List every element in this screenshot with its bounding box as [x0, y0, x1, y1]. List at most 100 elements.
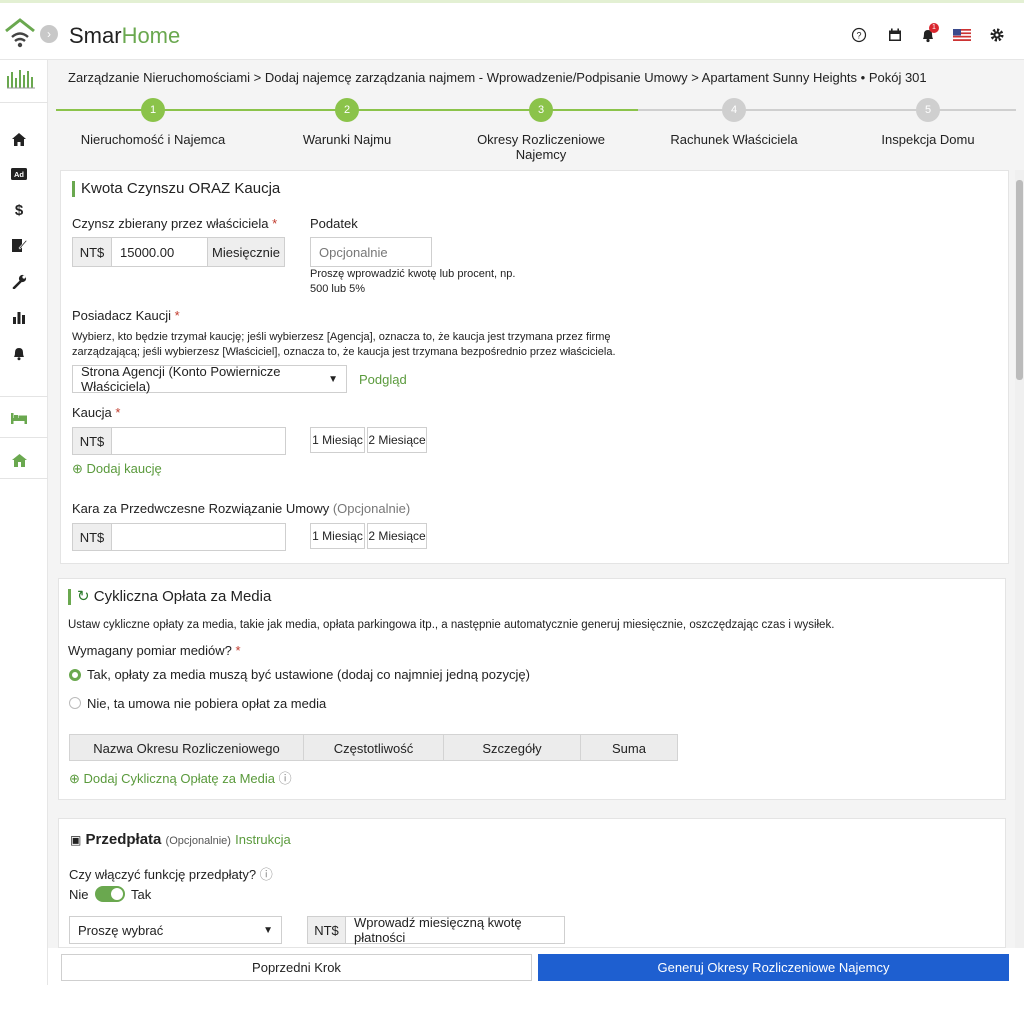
step-2-label[interactable]: Warunki Najmu	[257, 132, 437, 147]
column-header-name: Nazwa Okresu Rozliczeniowego	[70, 735, 304, 761]
deposit-holder-label: Posiadacz Kaucji *	[72, 308, 180, 323]
book-icon: ▣	[70, 833, 82, 847]
deposit-currency-addon: NT$	[72, 427, 112, 455]
toggle-knob	[111, 888, 123, 900]
penalty-two-months-button[interactable]: 2 Miesiące	[367, 523, 427, 549]
tax-help-text: Proszę wprowadzić kwotę lub procent, np.…	[310, 268, 516, 295]
prepayment-currency-addon: NT$	[307, 916, 346, 944]
column-header-details: Szczegóły	[444, 735, 581, 761]
rent-deposit-title: Kwota Czynszu ORAZ Kaucja	[72, 181, 280, 197]
step-5-label[interactable]: Inspekcja Domu	[838, 132, 1018, 147]
deposit-holder-select[interactable]: Strona Agencji (Konto Powiernicze Właści…	[72, 364, 347, 394]
utilities-card: ↻ Cykliczna Opłata za Media Ustaw cyklic…	[58, 578, 1006, 800]
notifications-bell-icon[interactable]: 1	[918, 23, 939, 45]
step-4-label[interactable]: Rachunek Właściciela	[644, 132, 824, 147]
logo-icon	[5, 18, 35, 48]
rent-deposit-card: Kwota Czynszu ORAZ Kaucja Czynsz zbieran…	[60, 170, 1009, 564]
svg-text:?: ?	[856, 31, 861, 41]
instructions-link[interactable]: Instrukcja	[235, 832, 291, 847]
ad-icon[interactable]: Ad	[8, 164, 30, 184]
add-deposit-link[interactable]: ⊕ Dodaj kaucję	[72, 461, 162, 477]
deposit-holder-help: Wybierz, kto będzie trzymał kaucję; jeśl…	[72, 331, 616, 358]
rent-amount-input[interactable]: 15000.00	[111, 237, 208, 267]
previous-step-button[interactable]: Poprzedni Krok	[61, 954, 532, 981]
utilities-yes-label[interactable]: Tak, opłaty za media muszą być ustawione…	[87, 667, 530, 682]
column-header-frequency: Częstotliwość	[304, 735, 444, 761]
prepayment-amount-input[interactable]: Wprowadź miesięczną kwotę płatności	[345, 915, 565, 945]
top-bar: › SmarHome ? 1	[0, 0, 1024, 60]
preview-link[interactable]: Podgląd	[359, 372, 407, 387]
utilities-no-label[interactable]: Nie, ta umowa nie pobiera opłat za media	[87, 696, 326, 711]
brand-name: SmarHome	[69, 23, 181, 48]
prepayment-title: Przedpłata	[85, 831, 162, 848]
deposit-two-months-button[interactable]: 2 Miesiące	[367, 427, 427, 453]
column-header-sum: Suma	[612, 740, 646, 756]
step-1-label[interactable]: Nieruchomość i Najemca	[63, 132, 243, 147]
bell-icon[interactable]	[8, 343, 30, 363]
chevron-down-icon: ▼	[263, 924, 273, 936]
home-icon[interactable]	[8, 129, 30, 149]
progress-line-todo	[638, 109, 1016, 111]
prepayment-select[interactable]: Proszę wybrać ▼	[69, 916, 282, 944]
step-3-circle[interactable]: 3	[529, 98, 553, 122]
utilities-title: ↻ Cykliczna Opłata za Media	[68, 589, 271, 605]
wrench-icon[interactable]	[8, 271, 30, 291]
penalty-amount-input[interactable]	[111, 523, 286, 551]
prepayment-question: Czy włączyć funkcję przedpłaty? ⓘ	[69, 867, 273, 882]
step-5-circle[interactable]: 5	[916, 98, 940, 122]
utilities-yes-radio[interactable]	[69, 669, 81, 681]
us-flag-icon[interactable]	[952, 25, 972, 45]
deposit-label: Kaucja *	[72, 405, 121, 420]
step-4-circle[interactable]: 4	[722, 98, 746, 122]
help-circle-icon: ⓘ	[278, 771, 292, 786]
prepayment-toggle[interactable]	[95, 886, 125, 902]
rent-period-addon: Miesięcznie	[207, 237, 285, 267]
prepayment-card: ▣ Przedpłata (Opcjonalnie) Instrukcja Cz…	[58, 818, 1006, 948]
tax-label: Podatek	[310, 216, 358, 231]
notification-badge: 1	[929, 23, 939, 33]
dollar-icon[interactable]: $	[8, 200, 30, 220]
step-1-circle[interactable]: 1	[141, 98, 165, 122]
plus-circle-icon: ⊕	[72, 461, 83, 476]
toggle-yes-label: Tak	[131, 887, 152, 902]
calendar-icon[interactable]	[885, 25, 905, 45]
chevron-down-icon: ▼	[328, 373, 338, 385]
utilities-table-header: Nazwa Okresu Rozliczeniowego Częstotliwo…	[69, 734, 678, 761]
step-2-circle[interactable]: 2	[335, 98, 359, 122]
sign-contract-icon[interactable]	[8, 235, 30, 255]
penalty-currency-addon: NT$	[72, 523, 112, 551]
footer-bar: Poprzedni Krok Generuj Okresy Rozliczeni…	[48, 948, 1024, 986]
svg-text:Ad: Ad	[14, 170, 24, 179]
deposit-one-month-button[interactable]: 1 Miesiąc	[310, 427, 365, 453]
penalty-label: Kara za Przedwczesne Rozwiązanie Umowy (…	[72, 501, 411, 516]
breadcrumb: Zarządzanie Nieruchomościami > Dodaj naj…	[68, 70, 927, 85]
step-3-label[interactable]: Okresy Rozliczeniowe Najemcy	[451, 132, 631, 162]
sidebar: Ad $	[0, 60, 48, 985]
settings-gear-icon[interactable]	[987, 25, 1007, 45]
step-progress: 1 Nieruchomość i Najemca 2 Warunki Najmu…	[56, 98, 1018, 162]
help-icon[interactable]: ?	[849, 25, 869, 45]
penalty-one-month-button[interactable]: 1 Miesiąc	[310, 523, 365, 549]
toggle-no-label: Nie	[69, 887, 89, 902]
generate-billing-periods-button[interactable]: Generuj Okresy Rozliczeniowe Najemcy	[538, 954, 1009, 981]
bar-chart-icon[interactable]	[8, 307, 30, 327]
tax-input[interactable]: Opcjonalnie	[310, 237, 432, 267]
collapse-nav-button[interactable]: ›	[40, 25, 58, 43]
refresh-icon: ↻	[77, 588, 90, 605]
prepayment-optional: (Opcjonalnie)	[165, 835, 231, 847]
bed-icon[interactable]	[8, 408, 30, 428]
house-icon[interactable]	[8, 450, 30, 470]
prepayment-select-value: Proszę wybrać	[78, 922, 164, 938]
plus-circle-icon: ⊕	[69, 771, 80, 786]
deposit-amount-input[interactable]	[111, 427, 286, 455]
utilities-no-radio[interactable]	[69, 697, 81, 709]
add-utility-charge-link[interactable]: ⊕ Dodaj Cykliczną Opłatę za Media ⓘ	[69, 768, 292, 787]
vertical-scrollbar[interactable]	[1015, 170, 1024, 985]
utilities-question: Wymagany pomiar mediów? *	[68, 643, 241, 658]
property-thumbnail-icon	[6, 66, 36, 90]
deposit-holder-value: Strona Agencji (Konto Powiernicze Właści…	[81, 364, 281, 394]
main-content: Zarządzanie Nieruchomościami > Dodaj naj…	[48, 60, 1024, 985]
rent-currency-addon: NT$	[72, 237, 112, 267]
scrollbar-thumb[interactable]	[1016, 180, 1023, 380]
help-circle-icon: ⓘ	[259, 867, 273, 882]
